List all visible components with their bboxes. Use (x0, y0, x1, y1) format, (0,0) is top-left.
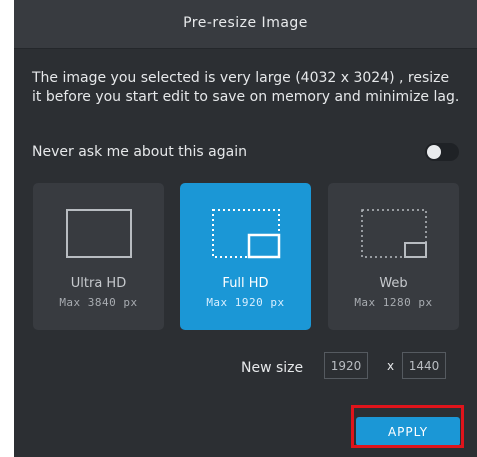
full-hd-icon (180, 203, 311, 265)
option-max: Max 3840 px (59, 296, 138, 309)
web-size-icon (328, 203, 459, 265)
option-max: Max 1280 px (354, 296, 433, 309)
apply-button[interactable]: APPLY (356, 417, 460, 446)
option-max: Max 1920 px (206, 296, 285, 309)
dialog-header: Pre-resize Image (14, 0, 477, 49)
option-web[interactable]: Web Max 1280 px (328, 183, 459, 330)
dialog-title: Pre-resize Image (183, 15, 308, 31)
size-separator: x (387, 359, 395, 373)
option-name: Ultra HD (70, 276, 127, 291)
never-ask-label: Never ask me about this again (32, 144, 247, 160)
width-input[interactable] (324, 352, 368, 379)
option-name: Web (379, 276, 408, 291)
dialog-message: The image you selected is very large (40… (32, 70, 460, 105)
pre-resize-dialog: Pre-resize Image The image you selected … (14, 0, 477, 457)
new-size-label: New size (241, 360, 304, 376)
never-ask-toggle[interactable] (425, 143, 459, 161)
ultra-hd-icon (33, 203, 164, 265)
option-ultra-hd[interactable]: Ultra HD Max 3840 px (33, 183, 164, 330)
height-input[interactable] (402, 352, 446, 379)
toggle-knob (427, 145, 441, 159)
option-name: Full HD (222, 276, 269, 291)
option-full-hd[interactable]: Full HD Max 1920 px (180, 183, 311, 330)
